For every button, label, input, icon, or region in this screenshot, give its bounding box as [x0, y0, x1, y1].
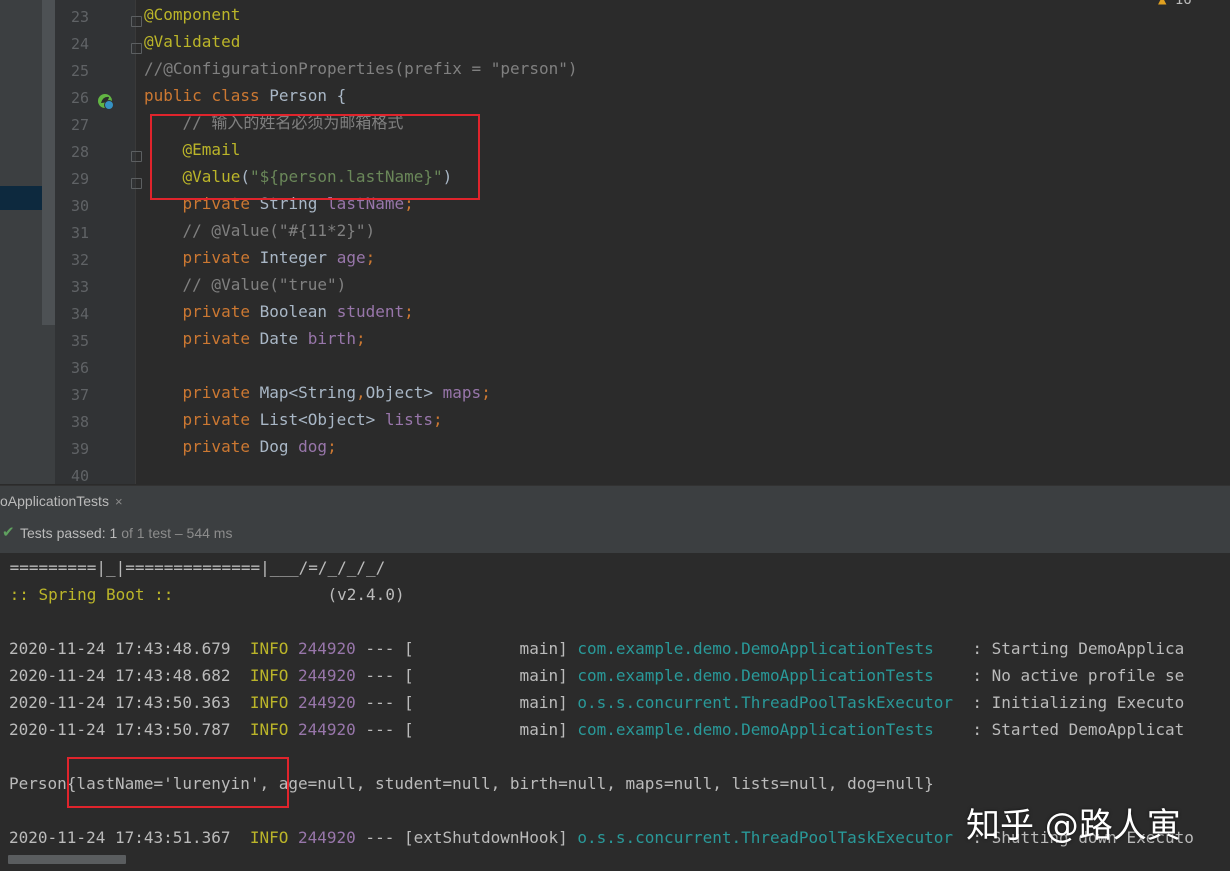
line-number: 23 [70, 8, 89, 26]
project-scrollbar[interactable] [42, 0, 55, 325]
line-number: 40 [70, 467, 89, 484]
fold-marker-icon[interactable] [131, 16, 142, 27]
code-line[interactable]: @Component [144, 1, 240, 28]
code-line[interactable]: //@ConfigurationProperties(prefix = "per… [144, 55, 577, 82]
line-number: 33 [70, 278, 89, 296]
console-banner-line: :: Spring Boot :: (v2.4.0) [0, 585, 405, 604]
gutter-divider [135, 0, 136, 484]
code-line[interactable]: @Validated [144, 28, 240, 55]
project-tool-strip [0, 0, 55, 484]
fold-marker-icon[interactable] [131, 43, 142, 54]
line-number: 35 [70, 332, 89, 350]
line-number: 36 [70, 359, 89, 377]
watermark: 知乎 @路人寅 [966, 806, 1181, 846]
check-icon: ✔ [2, 524, 15, 541]
line-number: 31 [70, 224, 89, 242]
line-number: 24 [70, 35, 89, 53]
log-line: 2020-11-24 17:43:48.682 INFO 244920 --- … [9, 666, 1185, 685]
line-number: 38 [70, 413, 89, 431]
line-number: 37 [70, 386, 89, 404]
inspection-warnings[interactable]: ▲ 16 [1158, 0, 1192, 8]
tab-run-configuration[interactable]: oApplicationTests × [0, 486, 131, 517]
log-line: 2020-11-24 17:43:50.787 INFO 244920 --- … [9, 720, 1185, 739]
console-banner-line: =========|_|==============|___/=/_/_/_/ [0, 558, 386, 577]
warning-icon: ▲ [1158, 0, 1167, 8]
log-line: 2020-11-24 17:43:48.679 INFO 244920 --- … [9, 639, 1185, 658]
fold-marker-icon[interactable] [131, 178, 142, 189]
test-status-bar: ✔ Tests passed: 1 of 1 test – 544 ms [0, 517, 1230, 554]
code-line[interactable]: public class Person { [144, 82, 346, 109]
close-icon[interactable]: × [115, 494, 123, 509]
line-number: 27 [70, 116, 89, 134]
line-number: 30 [70, 197, 89, 215]
code-line[interactable]: private Boolean student; [144, 298, 414, 325]
line-number: 29 [70, 170, 89, 188]
line-number: 25 [70, 62, 89, 80]
highlight-box-annotations [150, 114, 480, 200]
code-line[interactable]: // @Value("true") [144, 271, 347, 298]
code-line[interactable]: private Integer age; [144, 244, 376, 271]
code-line[interactable]: private Date birth; [144, 325, 366, 352]
code-line[interactable]: private Map<String,Object> maps; [144, 379, 491, 406]
line-number: 32 [70, 251, 89, 269]
highlight-box-output [67, 757, 289, 808]
log-line: 2020-11-24 17:43:50.363 INFO 244920 --- … [9, 693, 1185, 712]
line-number: 28 [70, 143, 89, 161]
project-selected-item[interactable] [0, 186, 42, 210]
test-status-text: Tests passed: 1 of 1 test – 544 ms [20, 525, 233, 541]
code-line[interactable]: private Dog dog; [144, 433, 337, 460]
run-tool-window-tabs: oApplicationTests × [0, 485, 1230, 518]
spring-bean-icon[interactable] [97, 93, 114, 110]
code-line[interactable]: private List<Object> lists; [144, 406, 443, 433]
code-editor[interactable]: ▲ 16 23 24 25 26 27 28 29 30 31 32 33 34… [0, 0, 1230, 484]
fold-marker-icon[interactable] [131, 151, 142, 162]
console-horizontal-scrollbar[interactable] [8, 855, 126, 864]
line-number: 26 [70, 89, 89, 107]
line-number: 34 [70, 305, 89, 323]
code-line[interactable]: // @Value("#{11*2}") [144, 217, 376, 244]
line-number: 39 [70, 440, 89, 458]
